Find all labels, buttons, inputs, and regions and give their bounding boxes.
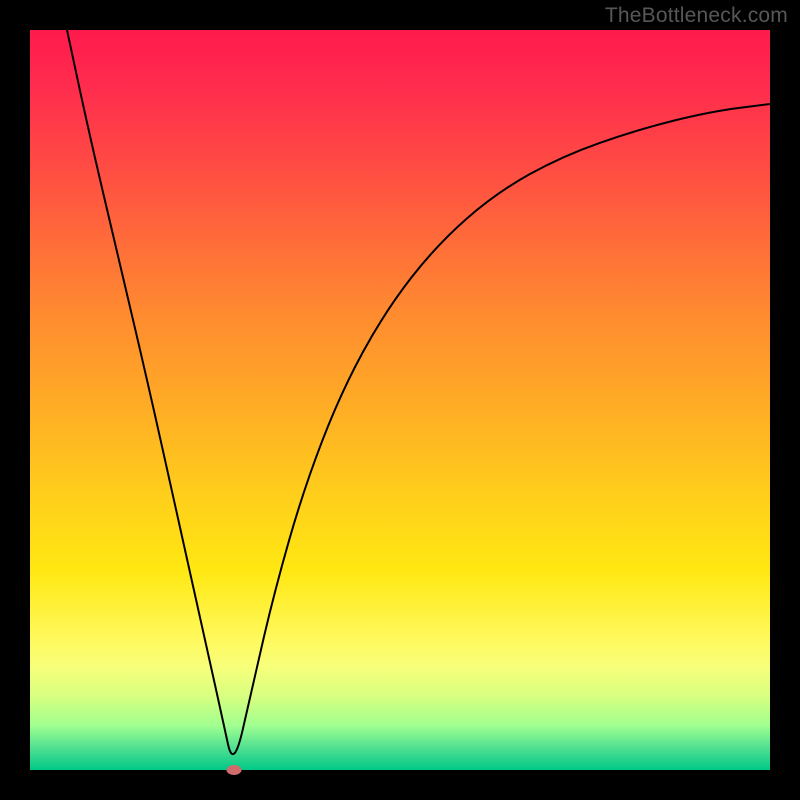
minimum-marker [226,765,241,775]
chart-curve [30,30,770,770]
curve-path [67,30,770,754]
watermark: TheBottleneck.com [605,4,788,28]
